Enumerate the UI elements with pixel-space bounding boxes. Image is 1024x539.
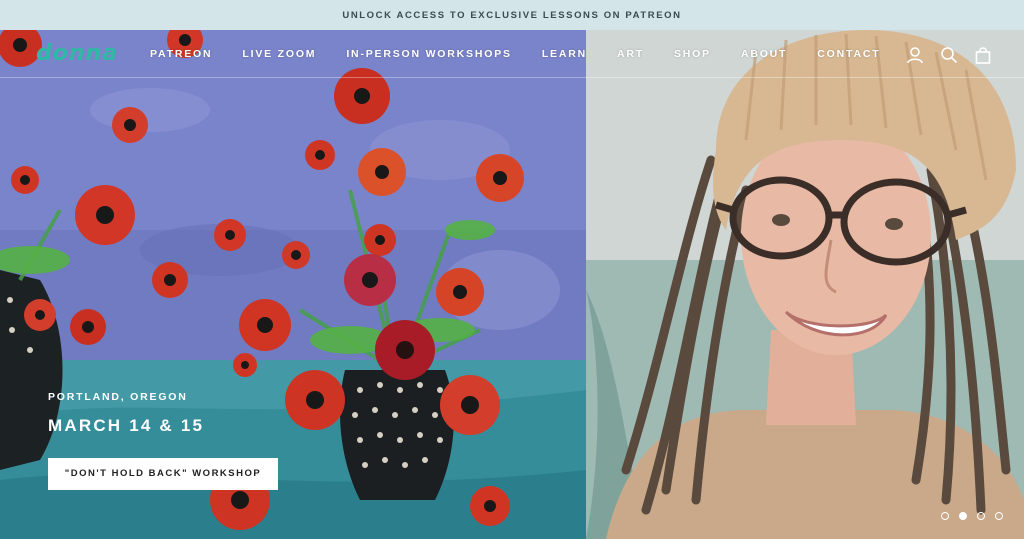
event-location: PORTLAND, OREGON [48, 391, 188, 403]
slide-dot-4[interactable] [995, 512, 1003, 520]
main-nav: PATREON LIVE ZOOM IN-PERSON WORKSHOPS LE… [150, 48, 910, 60]
account-icon[interactable] [906, 46, 924, 64]
announcement-link[interactable]: UNLOCK ACCESS TO EXCLUSIVE LESSONS ON PA… [342, 10, 681, 21]
site-logo[interactable]: donna [36, 41, 118, 66]
nav-art[interactable]: ART [617, 48, 644, 60]
header-icons [906, 46, 992, 64]
event-date: MARCH 14 & 15 [48, 416, 205, 435]
slide-dot-3[interactable] [977, 512, 985, 520]
nav-shop[interactable]: SHOP [674, 48, 711, 60]
slide-dot-1[interactable] [941, 512, 949, 520]
nav-live-zoom[interactable]: LIVE ZOOM [242, 48, 316, 60]
workshop-cta-button[interactable]: "DON'T HOLD BACK" WORKSHOP [48, 458, 278, 490]
nav-learn[interactable]: LEARN [542, 48, 587, 60]
nav-contact[interactable]: CONTACT [817, 48, 880, 60]
cart-icon[interactable] [974, 46, 992, 64]
site-header: donna PATREON LIVE ZOOM IN-PERSON WORKSH… [0, 30, 1024, 78]
hero-portrait-image [586, 30, 1024, 539]
hero-caption: PORTLAND, OREGON MARCH 14 & 15 "DON'T HO… [48, 391, 278, 490]
slideshow-dots [941, 512, 1003, 520]
search-icon[interactable] [940, 46, 958, 64]
nav-patreon[interactable]: PATREON [150, 48, 212, 60]
announcement-bar[interactable]: UNLOCK ACCESS TO EXCLUSIVE LESSONS ON PA… [0, 0, 1024, 30]
slide-dot-2[interactable] [959, 512, 967, 520]
nav-about[interactable]: ABOUT [741, 48, 787, 60]
nav-in-person-workshops[interactable]: IN-PERSON WORKSHOPS [346, 48, 511, 60]
